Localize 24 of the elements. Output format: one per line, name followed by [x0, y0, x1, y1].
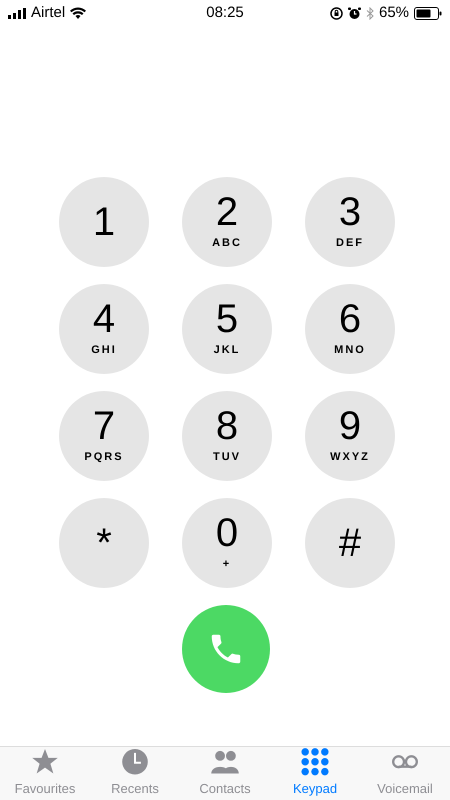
signal-icon: [8, 8, 26, 18]
bluetooth-icon: [366, 6, 374, 20]
keypad-icon: [300, 747, 330, 776]
carrier-name: Airtel: [31, 2, 66, 23]
clock-time: 08:25: [206, 2, 244, 23]
keypad-key[interactable]: 5 JKL: [182, 284, 272, 374]
keypad-key[interactable]: 2 ABC: [182, 177, 272, 267]
tab[interactable]: Keypad: [270, 747, 360, 800]
keypad-key[interactable]: 6 MNO: [305, 284, 395, 374]
keypad-key[interactable]: 3 DEF: [305, 177, 395, 267]
keypad-key[interactable]: 4 GHI: [59, 284, 149, 374]
alarm-icon: [348, 6, 361, 20]
keypad-key[interactable]: 8 TUV: [182, 391, 272, 481]
keypad-key[interactable]: 0 +: [182, 498, 272, 588]
keypad-key[interactable]: 1: [59, 177, 149, 267]
keypad-key[interactable]: #: [305, 498, 395, 588]
battery-icon: [414, 6, 442, 20]
battery-percent: 65%: [378, 2, 410, 23]
star-icon: [30, 747, 60, 776]
keypad-key[interactable]: 9 WXYZ: [305, 391, 395, 481]
rotation-lock-icon: [330, 6, 343, 20]
keypad-key[interactable]: *: [59, 498, 149, 588]
keypad-key[interactable]: 7 PQRS: [59, 391, 149, 481]
wifi-icon: [70, 7, 86, 19]
